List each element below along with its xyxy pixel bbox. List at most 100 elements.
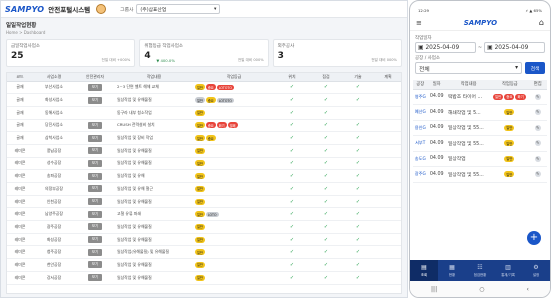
column-header[interactable]: 작업내용 [445, 80, 492, 90]
column-header[interactable]: 계획 [373, 73, 401, 82]
cell-site: 용인G [413, 120, 428, 136]
page-title: 일일작업현황 [6, 23, 37, 29]
empty-cell [373, 157, 401, 171]
nav-item[interactable]: ☷ 점검현황 [466, 260, 494, 281]
status-time: 12:29 [418, 8, 429, 13]
list-item[interactable]: 예산G 04.09 해쇄작업 및 5... 일반 ✎ [413, 104, 547, 121]
view-button[interactable]: 보기 [87, 210, 103, 218]
edit-icon[interactable]: ✎ [534, 155, 541, 162]
table-row[interactable]: 레미콘 성수공장 보기 일상작업 및 유해물질 일반 ✓ ✓ ✓ [7, 157, 401, 171]
system-title: 안전포털시스템 [48, 6, 91, 14]
empty-cell [373, 106, 401, 120]
view-button[interactable]: 보기 [87, 236, 103, 244]
grade-tag: 밀폐 [227, 122, 238, 129]
site-label: 공장 / 사업소 [415, 56, 441, 61]
nav-item[interactable]: ▦ 현황 [438, 260, 466, 281]
date-from-field[interactable]: ▣ 2025-04-09 [415, 42, 476, 53]
view-button[interactable]: 보기 [87, 121, 103, 129]
search-button[interactable]: 검색 [525, 62, 545, 74]
cell-manager: 보기 [75, 195, 115, 209]
view-button[interactable]: 보기 [87, 198, 103, 206]
cell-site-name: 삼척사업소 [33, 131, 75, 145]
date-label: 작업일자 [415, 36, 432, 41]
column-header[interactable]: 작업등급 [491, 80, 529, 90]
column-header[interactable]: 작업등급 [193, 73, 275, 82]
cell-grade-tags: 일반 [491, 120, 529, 136]
list-item[interactable]: 서부T 04.09 일상작업 및 55... 일반 ✎ [413, 135, 547, 152]
table-row[interactable]: 레미콘 청주공장 보기 일상작업(유해물질) 및 유해물질 일반 ✓ ✓ ✓ [7, 245, 401, 260]
table-row[interactable]: 골재 화성사업소 보기 일상작업 및 유해물질 일반 중요 LOTOTO ✓ ✓ ✓ [7, 93, 401, 107]
list-item[interactable]: 용인G 04.09 일상작업 및 55... 일반 ✎ [413, 120, 547, 136]
table-row[interactable]: 골재 당진사업소 보기 CRUSH 전력설비 설치 일반 중요 화기 밀폐 ✓ ✓ ✓ [7, 119, 401, 133]
cell-code: 레미콘 [7, 271, 33, 285]
column-header[interactable]: 기술 [343, 73, 373, 82]
view-button[interactable]: 보기 [87, 159, 103, 167]
brand-logo[interactable]: SAMPYO [5, 5, 44, 14]
column-header[interactable]: 점검 [309, 73, 343, 82]
home-icon[interactable]: ⌂ [539, 18, 544, 27]
summary-card[interactable]: 위험등급 작업사업소 4 ▼ 400.0% 전일 대비 000% [139, 39, 269, 67]
recent-apps-icon[interactable]: ||| [431, 286, 437, 293]
column-header[interactable]: 사업소명 [33, 73, 75, 82]
cell-code: 골재 [7, 131, 33, 145]
status-indicators: ⚡ ▲ 65% [525, 8, 542, 13]
cell-work-content: 일상작업 및 유해 철근 [115, 182, 193, 196]
back-icon[interactable]: ‹ [527, 286, 529, 293]
table-row[interactable]: 골재 삼척사업소 보기 일상작업 및 장비 작업 일반 중요 ✓ ✓ ✓ [7, 131, 401, 145]
table-row[interactable]: 레미콘 의정부공장 보기 일상작업 및 유해 철근 일반 ✓ ✓ ✓ [7, 182, 401, 196]
edit-icon[interactable]: ✎ [534, 93, 541, 100]
cell-work: 떡밥조 타이어 ... [445, 89, 492, 105]
date-to-field[interactable]: ▣ 2025-04-09 [484, 42, 546, 53]
site-select[interactable]: 전체 ▾ [415, 62, 522, 74]
column-header[interactable]: 공장 [413, 80, 428, 90]
cell-grade-tags: 일반 [193, 169, 275, 183]
view-button[interactable]: 보기 [87, 147, 103, 155]
nav-item[interactable]: ▤ 조회 [410, 260, 438, 281]
table-row[interactable]: 골재 부산사업소 보기 2~3 단면 벨트 해체 교체 일반 중요 LOTOTO ✓ ✓ ✓ [7, 81, 401, 95]
menu-icon[interactable]: ≡ [416, 19, 422, 27]
app-logo: SAMPYO [463, 18, 498, 27]
column-header[interactable]: 코드 [7, 73, 33, 82]
column-header[interactable]: 작업내용 [115, 73, 193, 82]
view-button[interactable]: 보기 [87, 185, 103, 193]
table-row[interactable]: 레미콘 남양주공장 보기 고철 유류 파쇄 일반 LOTO ✓ ✓ ✓ [7, 207, 401, 222]
add-button[interactable]: + [527, 231, 541, 245]
edit-icon[interactable]: ✎ [534, 171, 541, 178]
view-button[interactable]: 보기 [87, 172, 103, 180]
table-row[interactable]: 골재 동해사업소 동구라 내부 청소작업 일반 ✓ ✓ [7, 106, 401, 120]
view-button[interactable]: 보기 [87, 274, 103, 282]
edit-icon[interactable]: ✎ [534, 109, 541, 116]
edit-icon[interactable]: ✎ [534, 124, 541, 131]
company-select[interactable]: (주)삼표산업 ▾ [136, 4, 221, 14]
view-button[interactable]: 보기 [87, 261, 103, 269]
column-header[interactable]: 위치 [275, 73, 309, 82]
view-button[interactable]: 보기 [87, 83, 103, 91]
view-button[interactable]: 보기 [87, 248, 103, 256]
view-button[interactable]: 보기 [87, 96, 103, 104]
table-row[interactable]: 레미콘 광주공장 보기 일상작업 및 유해물질 일반 ✓ ✓ ✓ [7, 220, 401, 234]
nav-item[interactable]: ⚙ 설정 [522, 260, 550, 281]
view-button[interactable]: 보기 [87, 223, 103, 231]
check-icon: ✓ [275, 258, 309, 272]
table-row[interactable]: 레미콘 송파공장 보기 일상작업 및 유해 일반 ✓ ✓ ✓ [7, 169, 401, 183]
column-header[interactable]: 일자 [427, 80, 446, 90]
column-header[interactable]: 안전관리자 [75, 73, 115, 82]
column-header[interactable]: 편집 [528, 80, 547, 90]
table-row[interactable]: 레미콘 인천공장 보기 일상작업 및 유해물질 일반 ✓ ✓ ✓ [7, 195, 401, 209]
view-button[interactable]: 보기 [87, 134, 103, 142]
table-row[interactable]: 레미콘 화성공장 보기 일상작업 및 유해물질 일반 ✓ ✓ ✓ [7, 233, 401, 247]
list-item[interactable]: 광주G 04.09 일상작업 및 55... 일반 ✎ [413, 166, 547, 183]
summary-card[interactable]: 금일작업사업소 25 전일 대비 +000% [6, 39, 136, 67]
cell-site-name: 화성사업소 [33, 93, 75, 107]
check-icon: ✓ [309, 81, 343, 95]
table-row[interactable]: 레미콘 강서공장 보기 일상작업 및 유해물질 일반 ✓ ✓ ✓ [7, 271, 401, 285]
home-circle-icon[interactable]: ○ [479, 286, 484, 293]
list-item[interactable]: 송도G 04.09 일상작업 일반 ✎ [413, 151, 547, 167]
list-item[interactable]: 영주G 04.09 떡밥조 타이어 ... 일반 중요 화기 ✎ [413, 89, 547, 105]
table-row[interactable]: 레미콘 풍납공장 보기 일상작업 및 유해물질 일반 ✓ ✓ ✓ [7, 144, 401, 158]
edit-icon[interactable]: ✎ [534, 140, 541, 147]
check-icon: ✓ [275, 157, 309, 171]
table-row[interactable]: 레미콘 천안공장 보기 일상작업 및 유해물질 일반 ✓ ✓ ✓ [7, 258, 401, 272]
summary-card[interactable]: 외주공사 3 전일 대비 000% [272, 39, 402, 67]
nav-item[interactable]: ▥ 통계/기록 [494, 260, 522, 281]
